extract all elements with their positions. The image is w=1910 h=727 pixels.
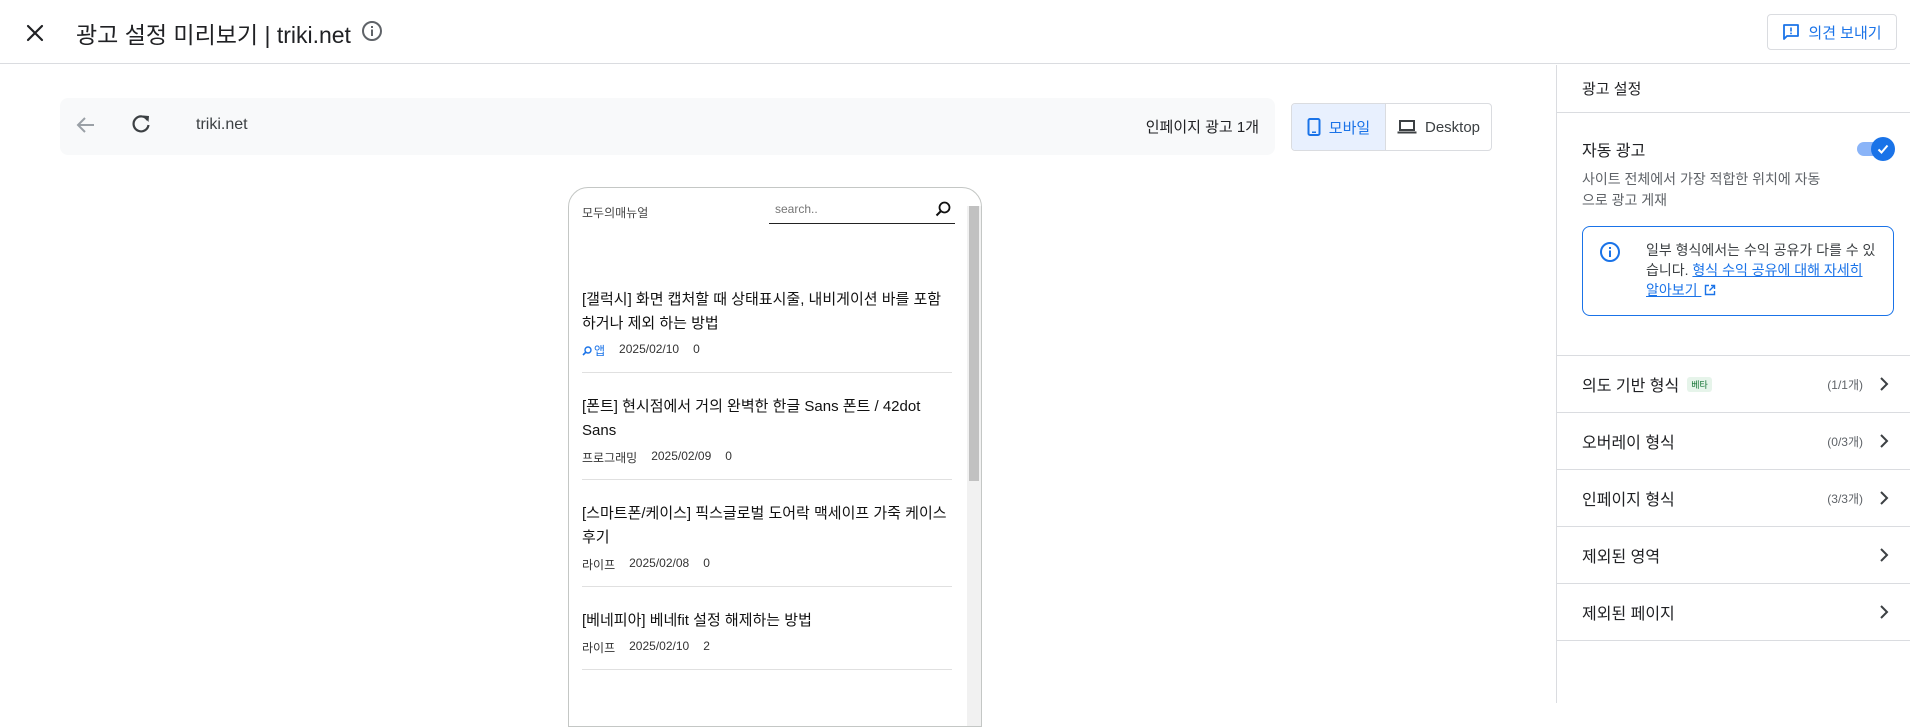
preview-scrollbar-thumb[interactable]: [969, 206, 979, 481]
row-intent-formats[interactable]: 의도 기반 형식 베타 (1/1개): [1557, 355, 1910, 412]
post-date: 2025/02/09: [651, 449, 712, 463]
post-category: 라이프: [582, 558, 616, 572]
back-button[interactable]: [75, 114, 101, 140]
panel-title: 광고 설정: [1582, 81, 1642, 98]
post-category-link[interactable]: 앱: [582, 342, 605, 359]
info-icon: [362, 21, 382, 41]
toggle-knob: [1871, 137, 1895, 161]
post-category: 라이프: [582, 641, 616, 655]
post-date: 2025/02/08: [629, 556, 690, 570]
post-comments: 0: [725, 449, 732, 463]
post-date: 2025/02/10: [629, 639, 690, 653]
post-category: 앱: [594, 344, 606, 358]
beta-badge: 베타: [1687, 376, 1712, 392]
row-overlay-formats[interactable]: 오버레이 형식 (0/3개): [1557, 412, 1910, 469]
post-comments: 0: [703, 556, 710, 570]
divider: [1557, 640, 1910, 641]
row-label: 오버레이 형식: [1582, 435, 1675, 452]
auto-ads-label: 자동 광고: [1582, 143, 1646, 160]
preview-scrollbar[interactable]: [967, 206, 981, 726]
post-title: [베네피아] 베네fit 설정 해제하는 방법: [582, 612, 812, 629]
chevron-right-icon: [1880, 377, 1889, 391]
desktop-device-button[interactable]: Desktop: [1386, 104, 1491, 150]
notice-text: 일부 형식에서는 수익 공유가 다를 수 있습니다. 형식 수익 공유에 대해 …: [1646, 240, 1878, 300]
chevron-right-icon: [1880, 605, 1889, 619]
info-icon: [1600, 242, 1620, 262]
top-bar: 광고 설정 미리보기 | triki.net 의견 보내기: [0, 0, 1910, 64]
close-button[interactable]: [20, 18, 50, 48]
row-label: 의도 기반 형식: [1582, 378, 1680, 395]
back-arrow-icon: [76, 117, 94, 133]
row-count: (1/1개): [1827, 377, 1863, 392]
mobile-label: 모바일: [1328, 119, 1371, 137]
inpage-ad-count: 인페이지 광고 1개: [1145, 119, 1259, 136]
settings-panel: 광고 설정 자동 광고 사이트 전체에서 가장 적합한 위치에 자동으로 광고 …: [1556, 65, 1910, 703]
post-item[interactable]: [베네피아] 베네fit 설정 해제하는 방법 라이프 2025/02/10 2: [582, 609, 952, 670]
row-label: 제외된 영역: [1582, 549, 1661, 566]
site-search-input[interactable]: [769, 196, 919, 222]
check-icon: [1877, 144, 1889, 154]
chevron-right-icon: [1880, 434, 1889, 448]
row-label: 제외된 페이지: [1582, 606, 1675, 623]
row-count: (3/3개): [1827, 491, 1863, 506]
desktop-label: Desktop: [1424, 118, 1481, 136]
feedback-button[interactable]: 의견 보내기: [1767, 14, 1897, 50]
laptop-icon: [1397, 120, 1417, 134]
mobile-preview-frame: 모두의매뉴얼 [갤럭시] 화면 캡처할 때 상태표시줄, 내비게이션 바를 포함…: [568, 187, 982, 727]
feedback-icon: [1783, 24, 1800, 40]
row-excluded-pages[interactable]: 제외된 페이지: [1557, 583, 1910, 640]
phone-icon: [1307, 118, 1321, 136]
search-icon: [582, 346, 592, 356]
row-count: (0/3개): [1827, 434, 1863, 449]
mobile-device-button[interactable]: 모바일: [1292, 104, 1386, 150]
post-comments: 0: [693, 342, 700, 356]
row-excluded-areas[interactable]: 제외된 영역: [1557, 526, 1910, 583]
post-list: [갤럭시] 화면 캡처할 때 상태표시줄, 내비게이션 바를 포함하거나 제외 …: [582, 288, 952, 692]
settings-rows: 의도 기반 형식 베타 (1/1개) 오버레이 형식 (0/3개) 인페이지 형…: [1557, 355, 1910, 641]
url-text: triki.net: [196, 116, 248, 133]
reload-button[interactable]: [130, 113, 156, 139]
site-search: [769, 196, 955, 224]
chevron-right-icon: [1880, 548, 1889, 562]
post-date: 2025/02/10: [619, 342, 680, 356]
title-info-button[interactable]: [361, 20, 385, 44]
device-toggle: 모바일 Desktop: [1291, 103, 1492, 151]
external-link-icon: [1705, 284, 1716, 296]
post-title: [스마트폰/케이스] 픽스글로벌 도어락 맥세이프 가죽 케이스 후기: [582, 505, 947, 546]
post-title: [갤럭시] 화면 캡처할 때 상태표시줄, 내비게이션 바를 포함하거나 제외 …: [582, 291, 942, 332]
post-meta: 앱 2025/02/10 0: [582, 342, 952, 359]
post-title: [폰트] 현시점에서 거의 완벽한 한글 Sans 폰트 / 42dot San…: [582, 398, 921, 439]
reload-icon: [132, 115, 150, 133]
close-icon: [26, 24, 44, 42]
post-category: 프로그래밍: [582, 451, 638, 465]
post-meta: 라이프 2025/02/10 2: [582, 639, 952, 656]
post-meta: 프로그래밍 2025/02/09 0: [582, 449, 952, 466]
post-item[interactable]: [갤럭시] 화면 캡처할 때 상태표시줄, 내비게이션 바를 포함하거나 제외 …: [582, 288, 952, 373]
auto-ads-toggle[interactable]: [1857, 137, 1895, 161]
site-name: 모두의매뉴얼: [582, 206, 649, 220]
preview-area: triki.net 인페이지 광고 1개 모바일 Desktop 모두의매뉴얼: [0, 65, 1556, 727]
page-title: 광고 설정 미리보기 | triki.net: [76, 22, 351, 48]
revenue-share-notice: 일부 형식에서는 수익 공유가 다를 수 있습니다. 형식 수익 공유에 대해 …: [1582, 226, 1894, 316]
search-icon[interactable]: [935, 201, 951, 217]
row-inpage-formats[interactable]: 인페이지 형식 (3/3개): [1557, 469, 1910, 526]
post-comments: 2: [703, 639, 710, 653]
divider: [1557, 112, 1910, 113]
auto-ads-description: 사이트 전체에서 가장 적합한 위치에 자동으로 광고 게재: [1582, 171, 1821, 208]
post-meta: 라이프 2025/02/08 0: [582, 556, 952, 573]
post-item[interactable]: [스마트폰/케이스] 픽스글로벌 도어락 맥세이프 가죽 케이스 후기 라이프 …: [582, 502, 952, 587]
post-item[interactable]: [폰트] 현시점에서 거의 완벽한 한글 Sans 폰트 / 42dot San…: [582, 395, 952, 480]
row-label: 인페이지 형식: [1582, 492, 1675, 509]
browser-bar: triki.net 인페이지 광고 1개: [60, 98, 1275, 155]
chevron-right-icon: [1880, 491, 1889, 505]
feedback-label: 의견 보내기: [1808, 24, 1882, 42]
